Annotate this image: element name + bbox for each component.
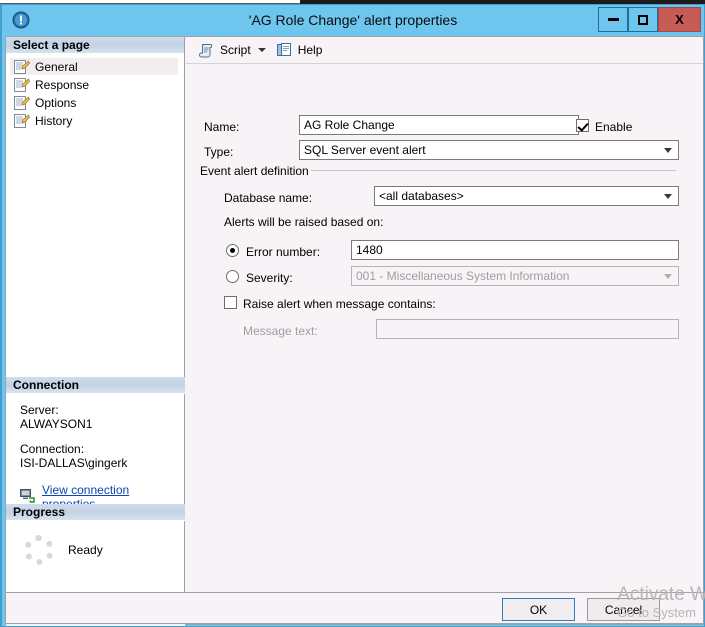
event-alert-definition-label: Event alert definition <box>200 164 309 178</box>
enable-label: Enable <box>595 120 633 134</box>
maximize-icon <box>638 14 648 25</box>
connection-body: Server: ALWAYSON1 Connection: ISI-DALLAS… <box>6 394 185 511</box>
script-button[interactable]: Script <box>194 39 256 61</box>
severity-label: Severity: <box>246 271 293 285</box>
minimize-button[interactable] <box>598 7 628 32</box>
type-dropdown[interactable]: SQL Server event alert <box>299 140 679 160</box>
ok-button[interactable]: OK <box>502 598 575 621</box>
cancel-button[interactable]: Cancel <box>587 598 660 621</box>
chevron-down-icon <box>664 148 672 153</box>
page-script-icon <box>14 113 30 128</box>
sidebar-item-label: General <box>35 59 78 74</box>
error-number-input[interactable] <box>351 240 679 260</box>
sidebar-item-response[interactable]: Response <box>10 76 178 93</box>
maximize-button[interactable] <box>628 7 658 32</box>
dialog-client-area: Select a page General Response Options H… <box>5 36 704 626</box>
severity-dropdown[interactable]: 001 - Miscellaneous System Information <box>351 266 679 286</box>
left-navigation-pane: Select a page General Response Options H… <box>6 37 185 626</box>
help-icon <box>276 42 293 58</box>
right-content-pane: Script Help Name: AG Role Change Enable … <box>186 37 703 624</box>
group-divider <box>311 170 676 171</box>
connection-section: Connection Server: ALWAYSON1 Connection:… <box>6 377 185 511</box>
chevron-down-icon[interactable] <box>257 48 266 52</box>
severity-radio[interactable] <box>226 270 239 283</box>
progress-section: Progress Ready <box>6 504 185 565</box>
database-name-label: Database name: <box>224 191 313 205</box>
raise-alert-label: Raise alert when message contains: <box>243 297 436 311</box>
close-button[interactable]: X <box>658 7 701 32</box>
name-input[interactable] <box>299 115 579 135</box>
page-list: General Response Options History <box>6 54 184 129</box>
page-script-icon <box>14 95 30 110</box>
page-script-icon <box>14 77 30 92</box>
type-value: SQL Server event alert <box>304 143 426 157</box>
cancel-button-label: Cancel <box>604 602 643 617</box>
server-label: Server: <box>20 403 59 417</box>
help-label: Help <box>297 43 323 57</box>
minimize-icon <box>607 18 619 21</box>
alerts-raised-label: Alerts will be raised based on: <box>224 215 384 229</box>
name-label: Name: <box>204 120 240 134</box>
server-connection-icon <box>20 488 36 506</box>
progress-spinner-icon <box>24 535 54 565</box>
chevron-down-icon <box>664 274 672 279</box>
enable-checkbox[interactable] <box>576 119 589 132</box>
progress-row: Ready <box>6 521 185 565</box>
page-script-icon <box>14 59 30 74</box>
alert-properties-dialog: 'AG Role Change' alert properties X Sele… <box>0 4 705 627</box>
type-label: Type: <box>204 145 234 159</box>
connection-label: Connection: <box>20 442 85 456</box>
connection-header: Connection <box>6 377 185 394</box>
message-text-label: Message text: <box>243 324 318 338</box>
script-label: Script <box>220 43 251 57</box>
error-number-label: Error number: <box>246 245 321 259</box>
raise-alert-checkbox[interactable] <box>224 296 237 309</box>
sidebar-item-label: History <box>35 113 73 128</box>
progress-header: Progress <box>6 504 185 521</box>
select-a-page-header: Select a page <box>6 37 184 54</box>
connection-value: ISI-DALLAS\gingerk <box>20 456 128 470</box>
server-value: ALWAYSON1 <box>20 417 93 431</box>
error-number-radio[interactable] <box>226 244 239 257</box>
chevron-down-icon <box>664 194 672 199</box>
message-text-input[interactable] <box>376 319 679 339</box>
severity-value: 001 - Miscellaneous System Information <box>356 269 570 283</box>
sidebar-item-label: Response <box>35 77 90 92</box>
sidebar-item-options[interactable]: Options <box>10 94 178 111</box>
script-icon <box>199 43 215 58</box>
database-name-value: <all databases> <box>379 189 464 203</box>
dialog-button-bar: OK Cancel <box>5 592 704 624</box>
sidebar-item-general[interactable]: General <box>10 58 178 75</box>
ok-button-label: OK <box>529 602 548 617</box>
progress-status: Ready <box>68 543 103 557</box>
toolbar: Script Help <box>186 37 703 64</box>
database-name-dropdown[interactable]: <all databases> <box>374 186 679 206</box>
sidebar-item-label: Options <box>35 95 77 110</box>
help-button[interactable]: Help <box>272 39 328 61</box>
close-icon: X <box>675 12 684 27</box>
sidebar-item-history[interactable]: History <box>10 112 178 129</box>
title-bar[interactable]: 'AG Role Change' alert properties X <box>2 5 704 36</box>
